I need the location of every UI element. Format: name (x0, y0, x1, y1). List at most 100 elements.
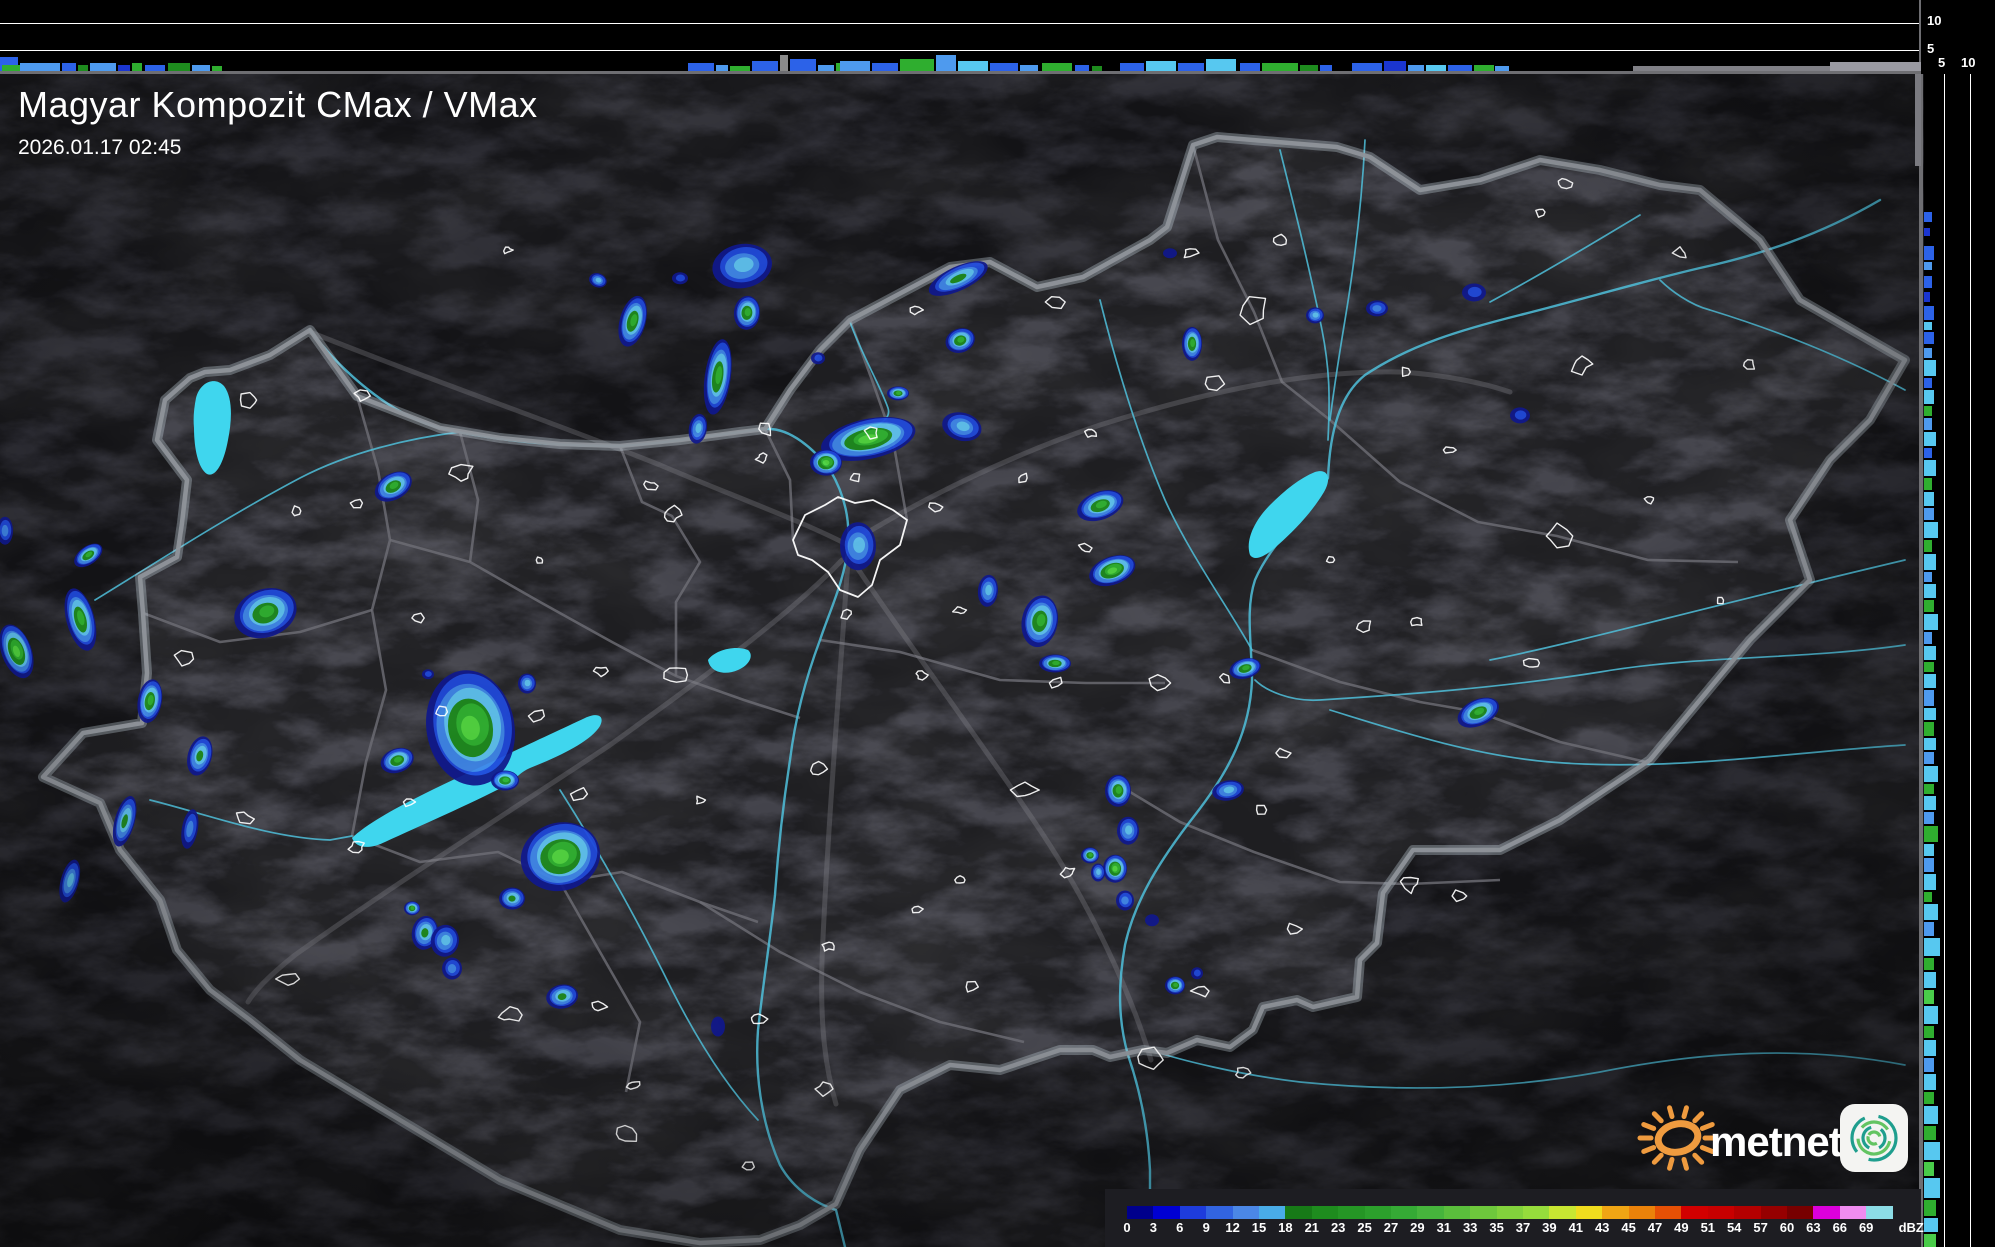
top-profile-segment (1146, 61, 1176, 71)
right-profile-segment (1924, 784, 1934, 794)
right-profile-segment (1924, 540, 1932, 552)
top-profile-segment (132, 63, 142, 71)
right-profile-segment (1924, 990, 1934, 1004)
legend-swatch (1655, 1206, 1682, 1219)
right-profile-segment (1924, 432, 1936, 446)
right-profile-segment (1924, 708, 1936, 720)
top-axis-label-10: 10 (1927, 13, 1942, 28)
right-profile-segment (1924, 572, 1932, 582)
legend-swatch (1575, 1206, 1603, 1219)
right-profile-segment (1924, 1040, 1936, 1056)
right-profile-segment (1924, 812, 1934, 824)
top-profile-panel (0, 0, 1921, 71)
sun-icon (1637, 1105, 1719, 1171)
right-profile-segment (1924, 826, 1938, 842)
legend-swatch (1391, 1206, 1418, 1219)
radar-app: Magyar Kompozit CMax / VMax 2026.01.17 0… (0, 0, 1995, 1247)
right-profile-segment (1924, 332, 1934, 344)
right-profile-segment (1924, 844, 1934, 856)
right-profile-segment (1924, 360, 1936, 376)
right-profile-segment (1924, 262, 1932, 270)
legend-swatch (1311, 1206, 1339, 1219)
legend-swatch (1179, 1206, 1207, 1219)
right-profile-segment (1924, 1058, 1934, 1072)
right-profile-segment (1924, 508, 1934, 520)
legend-swatch (1734, 1206, 1762, 1219)
legend-swatch (1707, 1206, 1735, 1219)
right-profile-segment (1924, 292, 1930, 302)
vignette (0, 0, 1995, 1247)
right-profile-segment (1924, 478, 1932, 490)
top-profile-segment (1042, 63, 1072, 71)
right-profile-segment (1924, 348, 1932, 358)
radar-map (0, 0, 1995, 1247)
legend-swatch (1839, 1206, 1867, 1219)
right-profile-segment (1924, 722, 1934, 736)
profile-axis-corner: 10 5 5 10 (1921, 0, 1995, 74)
legend-swatch (1549, 1206, 1577, 1219)
legend-swatch (1338, 1206, 1366, 1219)
logo-text: metnet (1710, 1118, 1843, 1165)
top-profile-segment (990, 63, 1018, 71)
right-profile-panel (1924, 74, 1995, 1247)
right-axis-label-5: 5 (1938, 55, 1946, 70)
right-profile-segment (1924, 646, 1936, 660)
legend-swatch (1153, 1206, 1181, 1219)
right-profile-segment (1924, 418, 1932, 430)
frame-accent-2 (1830, 62, 1921, 71)
right-profile-segment (1924, 892, 1932, 902)
right-profile-segment (1924, 796, 1936, 810)
legend-swatch (1787, 1206, 1814, 1219)
top-profile-segment (872, 63, 898, 71)
right-profile-segment (1924, 1234, 1936, 1247)
frame-accent-1 (1633, 66, 1830, 71)
right-profile-segment (1924, 492, 1934, 506)
title-block: Magyar Kompozit CMax / VMax 2026.01.17 0… (18, 84, 538, 160)
top-profile-segment (1206, 59, 1236, 71)
right-gridline-10km (1970, 74, 1971, 1247)
legend-swatch (1364, 1206, 1392, 1219)
right-profile-segment (1924, 406, 1932, 416)
top-profile-segment (1240, 63, 1260, 71)
right-profile-segment (1924, 1218, 1938, 1232)
right-profile-segment (1924, 858, 1934, 872)
right-profile-segment (1924, 390, 1934, 404)
top-profile-segment (900, 59, 934, 71)
right-axis-label-10: 10 (1961, 55, 1976, 70)
right-profile-segment (1924, 614, 1938, 630)
right-profile-segment (1924, 322, 1932, 330)
top-axis-label-5: 5 (1927, 41, 1935, 56)
top-profile-segment (168, 63, 190, 71)
right-profile-segment (1924, 448, 1932, 458)
top-profile-segment (958, 61, 988, 71)
metnet-logo: metnet (1637, 1104, 1908, 1172)
right-profile-segment (1924, 938, 1940, 956)
frame-horizontal (0, 71, 1995, 74)
right-profile-segment (1924, 1026, 1934, 1038)
top-profile-segment (780, 55, 788, 71)
right-profile-segment (1924, 690, 1934, 706)
frame-vertical (1919, 0, 1923, 1247)
right-profile-segment (1924, 1200, 1936, 1216)
right-profile-segment (1924, 766, 1938, 782)
legend-swatch (1628, 1206, 1656, 1219)
legend-swatch (1417, 1206, 1445, 1219)
right-profile-segment (1924, 276, 1932, 288)
right-profile-segment (1924, 460, 1936, 476)
legend-swatch (1127, 1206, 1154, 1219)
legend-swatch (1470, 1206, 1498, 1219)
dbz-legend: 0 3 6 9 12 15 18 21 23 25 27 29 31 33 35 37 39 41 43 45 47 49… (1105, 1189, 1924, 1247)
legend-swatch (1206, 1206, 1234, 1219)
top-profile-segment (688, 63, 714, 71)
right-gridline-5km (1944, 74, 1945, 1247)
timestamp: 2026.01.17 02:45 (18, 136, 182, 159)
legend-swatch (1523, 1206, 1550, 1219)
legend-swatch (1232, 1206, 1260, 1219)
top-profile-segment (1120, 63, 1144, 71)
right-profile-segment (1924, 1074, 1936, 1090)
frame-accent-3 (1915, 74, 1921, 166)
top-profile-segment (1178, 63, 1204, 71)
right-profile-segment (1924, 674, 1936, 688)
legend-swatch (1813, 1206, 1841, 1219)
legend-swatch (1866, 1206, 1894, 1219)
